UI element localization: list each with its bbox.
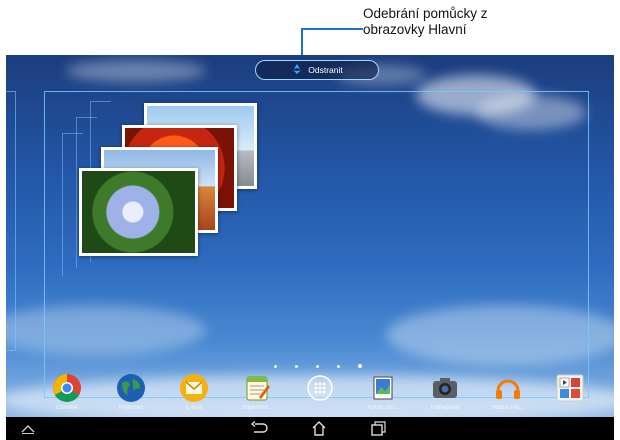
dock-app-asus-studio[interactable]: ASUS Stu... <box>358 373 408 411</box>
dock-app-label: SuperNot... <box>241 405 273 411</box>
dock-app-label: Chrome <box>56 405 78 411</box>
supernote-icon <box>242 373 272 403</box>
remove-label: Odstranit <box>308 65 343 75</box>
browser-globe-icon <box>116 373 146 403</box>
photo-hydrangea <box>79 168 198 256</box>
dock-app-label: ASUS Stu... <box>366 405 399 411</box>
recent-apps-icon[interactable] <box>370 421 386 440</box>
recycle-icon <box>291 63 303 77</box>
dock-folder-google[interactable] <box>545 373 595 405</box>
adjacent-page-frame <box>6 91 16 351</box>
dock-app-play-music[interactable]: Hudba Pla... <box>483 373 533 411</box>
dock-app-label: Hudba Pla... <box>491 405 525 411</box>
email-icon <box>179 373 209 403</box>
home-icon[interactable] <box>311 421 327 440</box>
page-dot[interactable] <box>295 365 298 368</box>
collapse-icon[interactable] <box>20 421 36 440</box>
callout-line-2: obrazovky Hlavní <box>363 22 467 37</box>
system-navigation-bar <box>6 417 614 440</box>
dock-app-label: Fotoaparát <box>430 405 460 411</box>
callout-connector-horizontal <box>301 28 363 30</box>
all-apps-icon <box>305 373 335 403</box>
dock-app-supernote[interactable]: SuperNot... <box>232 373 282 411</box>
google-apps-folder-icon <box>555 373 585 403</box>
dock-app-label: E-mail <box>185 405 203 411</box>
camera-icon <box>430 373 460 403</box>
cloud <box>66 60 206 82</box>
dock-app-email[interactable]: E-mail <box>169 373 219 411</box>
dock-app-browser[interactable]: Prohlížeč <box>106 373 156 411</box>
headphones-icon <box>493 373 523 403</box>
dock-app-camera[interactable]: Fotoaparát <box>420 373 470 411</box>
page-dot-active[interactable] <box>358 364 362 368</box>
dock-app-label: Prohlížeč <box>118 405 144 411</box>
callout-annotation: Odebrání pomůcky z obrazovky Hlavní <box>363 6 543 38</box>
page-dot[interactable] <box>316 365 319 368</box>
page-dot[interactable] <box>274 365 277 368</box>
page-dot[interactable] <box>337 365 340 368</box>
dock-all-apps-button[interactable] <box>295 373 345 405</box>
chrome-icon <box>52 373 82 403</box>
back-icon[interactable] <box>250 420 268 440</box>
dock-app-chrome[interactable]: Chrome <box>42 373 92 411</box>
home-screen: Odstranit Chrome Prohlížeč E-mail SuperN… <box>6 55 614 440</box>
callout-line-1: Odebrání pomůcky z <box>363 6 488 21</box>
asus-studio-icon <box>368 373 398 403</box>
remove-drop-target[interactable]: Odstranit <box>255 60 379 80</box>
page-indicator <box>6 363 614 371</box>
